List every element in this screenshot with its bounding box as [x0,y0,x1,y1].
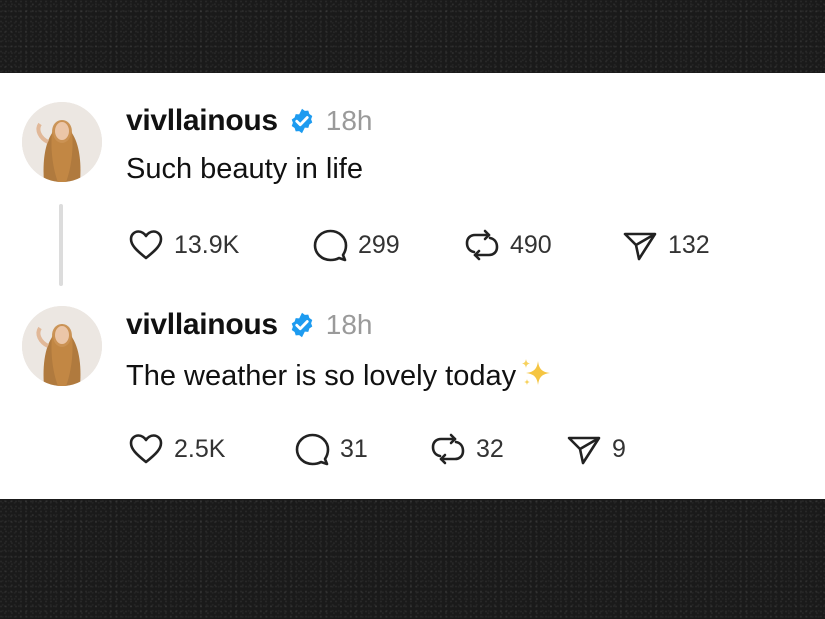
comment-bubble-icon [292,429,332,469]
reply-button[interactable]: 31 [292,429,368,469]
verified-badge-icon [288,107,316,135]
timestamp: 18h [325,105,373,136]
share-count: 132 [668,230,710,259]
like-count: 2.5K [174,434,226,463]
post-header: vivllainous 18h [126,305,372,345]
sparkles-icon [518,357,554,397]
avatar[interactable] [22,102,102,182]
repost-button[interactable]: 490 [462,225,552,265]
like-count: 13.9K [174,230,240,259]
thread-line [59,204,63,286]
comment-bubble-icon [310,225,350,265]
repost-count: 490 [510,230,552,259]
post-text-body: The weather is so lovely today [126,360,517,392]
reply-count: 299 [358,230,400,259]
repost-icon [462,225,502,265]
timestamp: 18h [325,309,373,340]
thread-card: vivllainous 18h Such beauty in life 13.9… [0,73,825,499]
send-icon [620,225,660,265]
repost-count: 32 [476,434,504,463]
post-text: The weather is so lovely today [126,357,554,397]
post-header: vivllainous 18h [126,101,372,141]
username[interactable]: vivllainous [126,104,278,138]
share-button[interactable]: 9 [564,429,626,469]
verified-badge-icon [288,311,316,339]
username[interactable]: vivllainous [126,308,278,342]
like-button[interactable]: 2.5K [126,429,225,469]
post-text: Such beauty in life [126,153,363,186]
reply-count: 31 [340,434,368,463]
repost-icon [428,429,468,469]
heart-icon [126,225,166,265]
heart-icon [126,429,166,469]
reply-button[interactable]: 299 [310,225,400,265]
post-text-body: Such beauty in life [126,153,363,185]
repost-button[interactable]: 32 [428,429,504,469]
share-button[interactable]: 132 [620,225,710,265]
send-icon [564,429,604,469]
share-count: 9 [612,434,626,463]
like-button[interactable]: 13.9K [126,225,239,265]
avatar[interactable] [22,306,102,386]
